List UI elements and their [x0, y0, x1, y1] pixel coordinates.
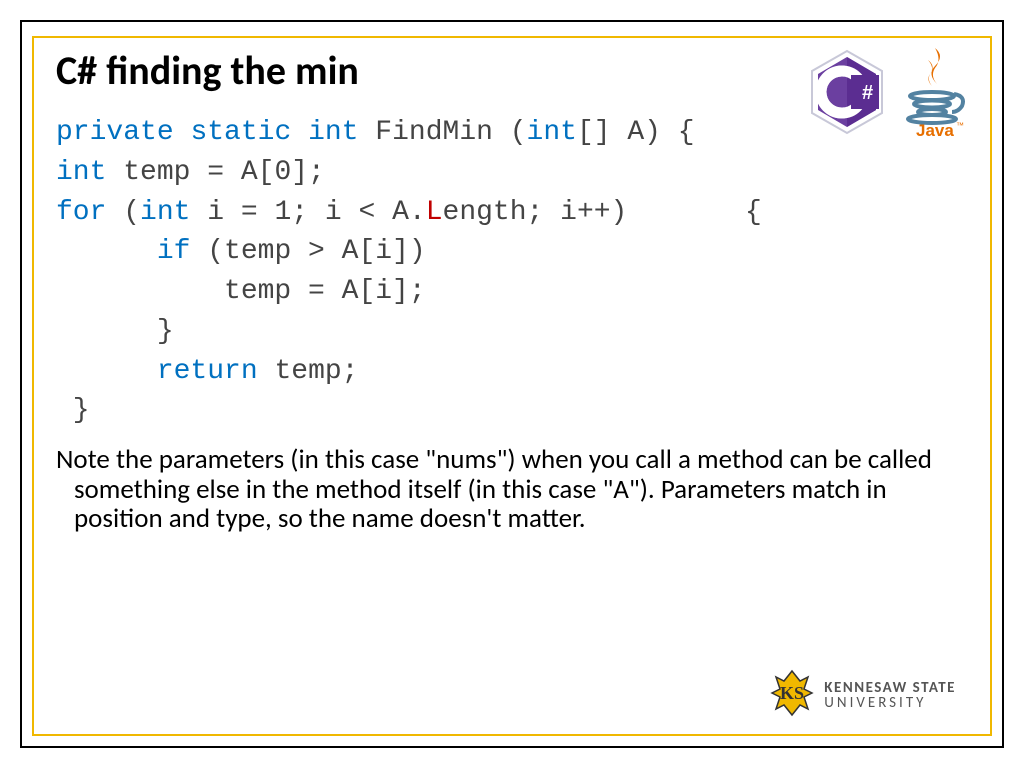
note-text: Note the parameters (in this case "nums"…: [56, 445, 936, 534]
inner-frame: C# finding the min #: [32, 36, 992, 736]
svg-text:#: #: [862, 82, 873, 104]
ksu-icon: KS: [770, 669, 814, 722]
code-block: private static int FindMin (int[] A) { i…: [56, 113, 968, 431]
svg-text:Java: Java: [916, 121, 954, 138]
svg-text:™: ™: [956, 121, 964, 130]
ksu-logo: KS KENNESAW STATE UNIVERSITY: [770, 669, 956, 722]
csharp-icon: #: [808, 49, 886, 140]
top-logos: # Java ™: [808, 46, 970, 143]
svg-text:KS: KS: [780, 683, 804, 703]
outer-frame: C# finding the min #: [20, 20, 1004, 748]
java-icon: Java ™: [900, 46, 970, 143]
ksu-text: KENNESAW STATE UNIVERSITY: [824, 681, 956, 711]
